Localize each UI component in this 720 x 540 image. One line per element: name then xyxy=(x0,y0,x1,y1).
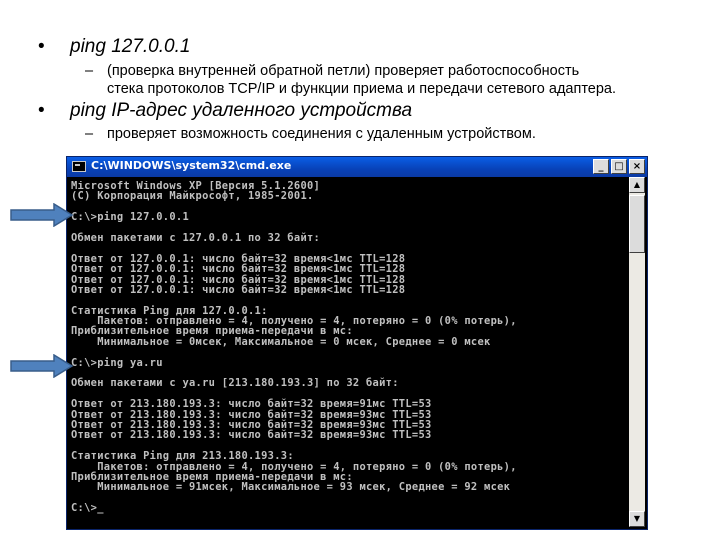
console-line: Обмен пакетами с ya.ru [213.180.193.3] п… xyxy=(71,377,399,390)
window-titlebar[interactable]: C:\WINDOWS\system32\cmd.exe _ □ × xyxy=(67,157,647,177)
sub-bullet-dash: – xyxy=(85,63,94,79)
cmd-window[interactable]: C:\WINDOWS\system32\cmd.exe _ □ × Micros… xyxy=(66,156,648,530)
console-line: C:\>ping ya.ru xyxy=(71,356,163,369)
console-line: Ответ от 127.0.0.1: число байт=32 время<… xyxy=(71,283,406,296)
minimize-button[interactable]: _ xyxy=(593,159,609,174)
sub-bullet-dash: – xyxy=(85,126,94,142)
bullet-heading: ping IP-адрес удаленного устройства xyxy=(70,100,413,121)
scroll-thumb[interactable] xyxy=(629,195,645,253)
sub-bullet-line: стека протоколов TCP/IP и функции приема… xyxy=(107,81,617,97)
vertical-scrollbar[interactable]: ▲ ▼ xyxy=(629,177,645,527)
arrow-right-icon xyxy=(10,354,74,378)
console-line: Ответ от 213.180.193.3: число байт=32 вр… xyxy=(71,429,432,442)
maximize-button[interactable]: □ xyxy=(611,159,627,174)
console-line: C:\>ping 127.0.0.1 xyxy=(71,211,190,224)
console-line: Обмен пакетами с 127.0.0.1 по 32 байт: xyxy=(71,231,321,244)
console-line: Минимальное = 0мсек, Максимальное = 0 мс… xyxy=(71,335,491,348)
console-line: Минимальное = 91мсек, Максимальное = 93 … xyxy=(71,481,511,494)
arrow-right-icon xyxy=(10,203,74,227)
cmd-icon xyxy=(72,161,86,172)
close-button[interactable]: × xyxy=(629,159,645,174)
bullet-marker: • xyxy=(38,100,45,121)
console-line: Статистика Ping для 213.180.193.3: xyxy=(71,450,294,463)
scroll-down-button[interactable]: ▼ xyxy=(629,511,645,527)
console-output[interactable]: Microsoft Windows XP [Версия 5.1.2600] (С… xyxy=(71,181,623,525)
console-line: (С) Корпорация Майкрософт, 1985-2001. xyxy=(71,190,314,203)
console-line: C:\>_ xyxy=(71,502,104,515)
console-line: Ответ от 127.0.0.1: число байт=32 время<… xyxy=(71,263,406,276)
sub-bullet-line: (проверка внутренней обратной петли) про… xyxy=(107,63,580,79)
window-title: C:\WINDOWS\system32\cmd.exe xyxy=(91,159,292,172)
sub-bullet-line: проверяет возможность соединения с удале… xyxy=(107,126,536,142)
bullet-heading: ping 127.0.0.1 xyxy=(70,36,191,57)
scroll-up-button[interactable]: ▲ xyxy=(629,177,645,193)
bullet-marker: • xyxy=(38,36,45,57)
